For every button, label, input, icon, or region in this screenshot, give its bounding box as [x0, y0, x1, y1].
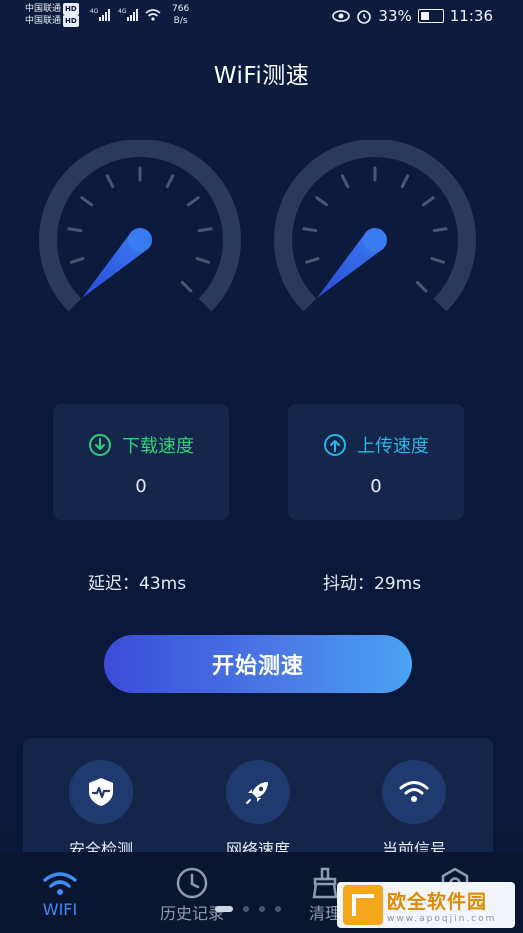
- status-bar: 中国联通 HD 中国联通 HD 4G 4G 766 B/s 33% 11:36: [0, 0, 523, 34]
- net-speed-value: 766: [172, 4, 190, 14]
- security-check-tool[interactable]: 安全检测: [51, 760, 151, 860]
- download-gauge: [39, 140, 241, 312]
- gauge-tick: [305, 257, 320, 264]
- upload-header: 上传速度: [288, 432, 464, 458]
- gauge-tick: [165, 174, 175, 189]
- upload-arrow-icon: [324, 434, 346, 456]
- hd-badge: HD: [63, 3, 79, 15]
- carrier-info: 中国联通 HD 中国联通 HD: [25, 3, 79, 27]
- alarm-icon: [357, 10, 372, 24]
- site-watermark: 欧全软件园 www.apoqjin.com: [337, 882, 515, 928]
- tab-wifi[interactable]: WIFI: [10, 866, 110, 919]
- battery-percent: 33%: [378, 7, 412, 25]
- upload-value: 0: [370, 476, 382, 497]
- battery-icon: [417, 9, 444, 23]
- download-arrow-icon: [89, 434, 111, 456]
- tab-history-label: 历史记录: [159, 904, 224, 923]
- gauge-hub: [363, 228, 387, 252]
- net-speed-unit: B/s: [173, 16, 188, 26]
- clock-icon: [142, 866, 242, 900]
- page-dot: [275, 906, 281, 912]
- status-right: 33% 11:36: [332, 7, 493, 25]
- carrier-1: 中国联通: [25, 4, 62, 14]
- download-header: 下载速度: [53, 432, 229, 458]
- page-dot-active: [215, 906, 233, 912]
- network-speed-tool[interactable]: 网络速度: [208, 760, 308, 860]
- signal-icon: 4G 4G: [90, 8, 161, 21]
- page-dot: [243, 906, 249, 912]
- svg-text:4G: 4G: [90, 8, 99, 15]
- net-speed: 766 B/s: [172, 3, 189, 27]
- carrier-2: 中国联通: [25, 16, 62, 26]
- gauge-tick: [432, 227, 448, 233]
- current-signal-tool[interactable]: 当前信号: [364, 760, 464, 860]
- download-label: 下载速度: [122, 436, 194, 457]
- gauge-tick: [430, 257, 445, 264]
- shield-pulse-icon: [69, 760, 133, 824]
- tab-history[interactable]: 历史记录: [142, 866, 242, 924]
- gauge-tick: [180, 280, 193, 293]
- upload-label: 上传速度: [357, 436, 429, 457]
- gauge-tick: [80, 196, 93, 207]
- gauge-hub: [128, 228, 152, 252]
- gauge-tick: [67, 227, 83, 233]
- gauge-tick: [302, 227, 318, 233]
- tab-wifi-label: WIFI: [42, 900, 78, 919]
- gauge-tick: [422, 196, 435, 207]
- eye-icon: [332, 10, 351, 22]
- wifi-icon: [10, 866, 110, 900]
- watermark-text: 欧全软件园 www.apoqjin.com: [387, 887, 496, 924]
- page-title: WiFi测速: [213, 63, 310, 89]
- upload-card: 上传速度 0: [288, 404, 464, 520]
- svg-text:4G: 4G: [118, 8, 127, 15]
- gauge-tick: [340, 174, 350, 189]
- gauge-tick: [315, 196, 328, 207]
- gauge-tick: [105, 174, 115, 189]
- page-dot: [259, 906, 265, 912]
- download-value: 0: [135, 476, 147, 497]
- watermark-name: 欧全软件园: [387, 890, 488, 913]
- hd-badge: HD: [63, 15, 79, 27]
- page-indicator: [215, 906, 281, 912]
- upload-gauge: [274, 140, 476, 312]
- clock-time: 11:36: [449, 7, 493, 25]
- watermark-url: www.apoqjin.com: [387, 913, 497, 924]
- gauge-tick: [195, 257, 210, 264]
- gauge-tick: [197, 227, 213, 233]
- tools-panel: 安全检测 网络速度 当前信号: [23, 738, 493, 868]
- gauge-tick: [415, 280, 428, 293]
- gauge-tick: [70, 257, 85, 264]
- latency-text: 延迟：43ms: [88, 574, 187, 594]
- start-test-button[interactable]: 开始测速: [104, 635, 412, 693]
- wifi-icon: [382, 760, 446, 824]
- gauge-tick: [400, 174, 410, 189]
- rocket-icon: [226, 760, 290, 824]
- gauge-tick: [187, 196, 200, 207]
- jitter-text: 抖动：29ms: [323, 574, 422, 594]
- watermark-logo: [343, 885, 383, 925]
- download-card: 下载速度 0: [53, 404, 229, 520]
